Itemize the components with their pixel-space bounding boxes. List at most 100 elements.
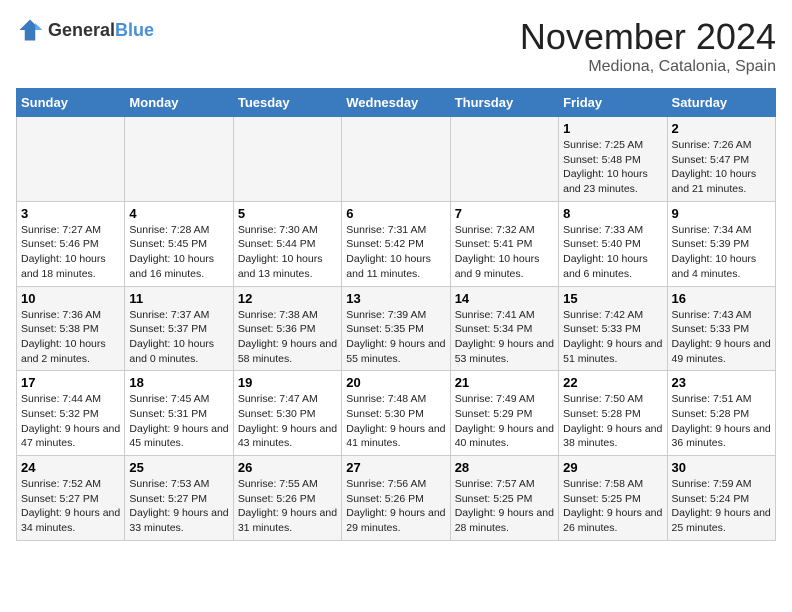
calendar-cell: 8 Sunrise: 7:33 AMSunset: 5:40 PMDaylight… — [559, 201, 667, 286]
day-detail: Sunrise: 7:36 AMSunset: 5:38 PMDaylight:… — [21, 308, 120, 367]
month-title: November 2024 — [520, 16, 776, 58]
day-detail: Sunrise: 7:42 AMSunset: 5:33 PMDaylight:… — [563, 308, 662, 367]
day-detail: Sunrise: 7:47 AMSunset: 5:30 PMDaylight:… — [238, 392, 337, 451]
day-detail: Sunrise: 7:50 AMSunset: 5:28 PMDaylight:… — [563, 392, 662, 451]
calendar-cell: 21 Sunrise: 7:49 AMSunset: 5:29 PMDayligh… — [450, 371, 558, 456]
calendar-week-row: 1Sunrise: 7:25 AMSunset: 5:48 PMDaylight… — [17, 117, 776, 202]
day-number: 21 — [455, 375, 554, 390]
calendar-cell: 16 Sunrise: 7:43 AMSunset: 5:33 PMDayligh… — [667, 286, 775, 371]
day-number: 3 — [21, 206, 120, 221]
weekday-header: Monday — [125, 89, 233, 117]
calendar-cell: 18 Sunrise: 7:45 AMSunset: 5:31 PMDayligh… — [125, 371, 233, 456]
day-number: 8 — [563, 206, 662, 221]
day-number: 7 — [455, 206, 554, 221]
day-number: 22 — [563, 375, 662, 390]
calendar-cell: 9 Sunrise: 7:34 AMSunset: 5:39 PMDaylight… — [667, 201, 775, 286]
calendar-cell: 22 Sunrise: 7:50 AMSunset: 5:28 PMDayligh… — [559, 371, 667, 456]
calendar-week-row: 3 Sunrise: 7:27 AMSunset: 5:46 PMDaylight… — [17, 201, 776, 286]
calendar-week-row: 24 Sunrise: 7:52 AMSunset: 5:27 PMDayligh… — [17, 456, 776, 541]
day-number: 20 — [346, 375, 445, 390]
day-detail: Sunrise: 7:38 AMSunset: 5:36 PMDaylight:… — [238, 308, 337, 367]
day-detail: Sunrise: 7:33 AMSunset: 5:40 PMDaylight:… — [563, 223, 662, 282]
weekday-header: Wednesday — [342, 89, 450, 117]
day-detail: Sunrise: 7:43 AMSunset: 5:33 PMDaylight:… — [672, 308, 771, 367]
calendar-cell: 13 Sunrise: 7:39 AMSunset: 5:35 PMDayligh… — [342, 286, 450, 371]
header: GeneralBlue November 2024 Mediona, Catal… — [16, 16, 776, 76]
weekday-header: Saturday — [667, 89, 775, 117]
day-detail: Sunrise: 7:25 AMSunset: 5:48 PMDaylight:… — [563, 138, 662, 197]
day-number: 6 — [346, 206, 445, 221]
calendar-cell — [450, 117, 558, 202]
day-number: 26 — [238, 460, 337, 475]
calendar-cell — [17, 117, 125, 202]
calendar-cell — [342, 117, 450, 202]
day-number: 9 — [672, 206, 771, 221]
day-number: 24 — [21, 460, 120, 475]
day-number: 19 — [238, 375, 337, 390]
day-number: 27 — [346, 460, 445, 475]
day-detail: Sunrise: 7:58 AMSunset: 5:25 PMDaylight:… — [563, 477, 662, 536]
calendar-cell: 7 Sunrise: 7:32 AMSunset: 5:41 PMDaylight… — [450, 201, 558, 286]
weekday-header: Friday — [559, 89, 667, 117]
calendar-cell: 25 Sunrise: 7:53 AMSunset: 5:27 PMDayligh… — [125, 456, 233, 541]
day-detail: Sunrise: 7:34 AMSunset: 5:39 PMDaylight:… — [672, 223, 771, 282]
weekday-header: Tuesday — [233, 89, 341, 117]
day-number: 17 — [21, 375, 120, 390]
day-number: 28 — [455, 460, 554, 475]
day-number: 23 — [672, 375, 771, 390]
day-detail: Sunrise: 7:27 AMSunset: 5:46 PMDaylight:… — [21, 223, 120, 282]
calendar-cell: 14Sunrise: 7:41 AMSunset: 5:34 PMDayligh… — [450, 286, 558, 371]
calendar-cell: 23Sunrise: 7:51 AMSunset: 5:28 PMDayligh… — [667, 371, 775, 456]
calendar-cell: 1Sunrise: 7:25 AMSunset: 5:48 PMDaylight… — [559, 117, 667, 202]
day-number: 4 — [129, 206, 228, 221]
day-detail: Sunrise: 7:32 AMSunset: 5:41 PMDaylight:… — [455, 223, 554, 282]
calendar-table: SundayMondayTuesdayWednesdayThursdayFrid… — [16, 88, 776, 541]
calendar-cell: 4Sunrise: 7:28 AMSunset: 5:45 PMDaylight… — [125, 201, 233, 286]
calendar-cell: 19 Sunrise: 7:47 AMSunset: 5:30 PMDayligh… — [233, 371, 341, 456]
day-detail: Sunrise: 7:59 AMSunset: 5:24 PMDaylight:… — [672, 477, 771, 536]
calendar-cell: 3 Sunrise: 7:27 AMSunset: 5:46 PMDaylight… — [17, 201, 125, 286]
calendar-cell: 27 Sunrise: 7:56 AMSunset: 5:26 PMDayligh… — [342, 456, 450, 541]
day-detail: Sunrise: 7:41 AMSunset: 5:34 PMDaylight:… — [455, 308, 554, 367]
day-detail: Sunrise: 7:53 AMSunset: 5:27 PMDaylight:… — [129, 477, 228, 536]
day-detail: Sunrise: 7:48 AMSunset: 5:30 PMDaylight:… — [346, 392, 445, 451]
day-detail: Sunrise: 7:39 AMSunset: 5:35 PMDaylight:… — [346, 308, 445, 367]
day-number: 25 — [129, 460, 228, 475]
calendar-cell: 10Sunrise: 7:36 AMSunset: 5:38 PMDayligh… — [17, 286, 125, 371]
day-detail: Sunrise: 7:55 AMSunset: 5:26 PMDaylight:… — [238, 477, 337, 536]
calendar-cell: 11Sunrise: 7:37 AMSunset: 5:37 PMDayligh… — [125, 286, 233, 371]
day-detail: Sunrise: 7:44 AMSunset: 5:32 PMDaylight:… — [21, 392, 120, 451]
day-number: 30 — [672, 460, 771, 475]
day-number: 18 — [129, 375, 228, 390]
day-number: 2 — [672, 121, 771, 136]
weekday-header: Thursday — [450, 89, 558, 117]
day-detail: Sunrise: 7:49 AMSunset: 5:29 PMDaylight:… — [455, 392, 554, 451]
location-title: Mediona, Catalonia, Spain — [520, 58, 776, 76]
calendar-cell: 30 Sunrise: 7:59 AMSunset: 5:24 PMDayligh… — [667, 456, 775, 541]
day-detail: Sunrise: 7:45 AMSunset: 5:31 PMDaylight:… — [129, 392, 228, 451]
calendar-cell: 6 Sunrise: 7:31 AMSunset: 5:42 PMDaylight… — [342, 201, 450, 286]
calendar-cell: 2 Sunrise: 7:26 AMSunset: 5:47 PMDaylight… — [667, 117, 775, 202]
calendar-cell: 5Sunrise: 7:30 AMSunset: 5:44 PMDaylight… — [233, 201, 341, 286]
day-detail: Sunrise: 7:57 AMSunset: 5:25 PMDaylight:… — [455, 477, 554, 536]
calendar-cell — [125, 117, 233, 202]
day-detail: Sunrise: 7:31 AMSunset: 5:42 PMDaylight:… — [346, 223, 445, 282]
day-detail: Sunrise: 7:52 AMSunset: 5:27 PMDaylight:… — [21, 477, 120, 536]
calendar-cell: 29 Sunrise: 7:58 AMSunset: 5:25 PMDayligh… — [559, 456, 667, 541]
day-number: 13 — [346, 291, 445, 306]
day-number: 5 — [238, 206, 337, 221]
day-number: 15 — [563, 291, 662, 306]
logo-general: General — [48, 20, 115, 40]
logo-blue: Blue — [115, 20, 154, 40]
day-detail: Sunrise: 7:26 AMSunset: 5:47 PMDaylight:… — [672, 138, 771, 197]
day-detail: Sunrise: 7:56 AMSunset: 5:26 PMDaylight:… — [346, 477, 445, 536]
calendar-cell: 12 Sunrise: 7:38 AMSunset: 5:36 PMDayligh… — [233, 286, 341, 371]
calendar-cell: 17 Sunrise: 7:44 AMSunset: 5:32 PMDayligh… — [17, 371, 125, 456]
calendar-cell: 24 Sunrise: 7:52 AMSunset: 5:27 PMDayligh… — [17, 456, 125, 541]
weekday-header: Sunday — [17, 89, 125, 117]
day-number: 16 — [672, 291, 771, 306]
day-number: 12 — [238, 291, 337, 306]
day-number: 29 — [563, 460, 662, 475]
weekday-header-row: SundayMondayTuesdayWednesdayThursdayFrid… — [17, 89, 776, 117]
logo: GeneralBlue — [16, 16, 154, 44]
